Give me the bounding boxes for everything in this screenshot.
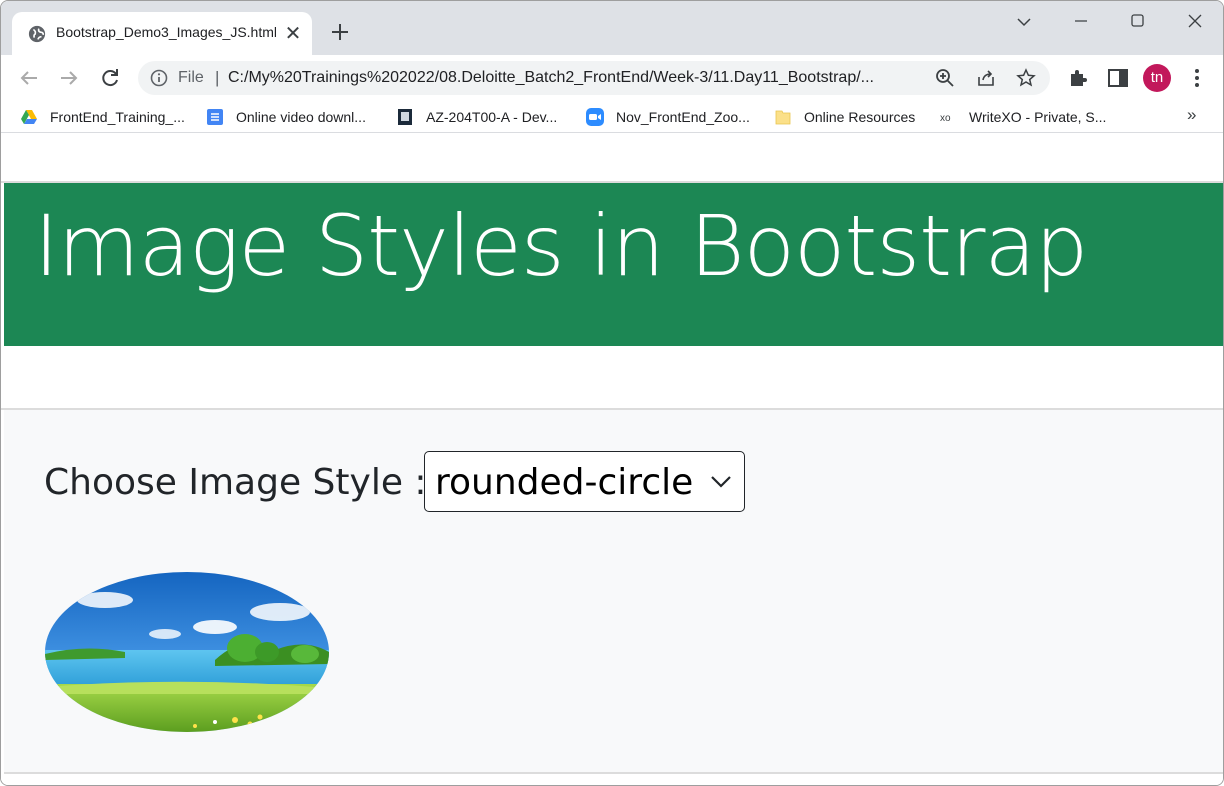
bookmark-item[interactable]: Online Resources <box>774 107 915 127</box>
globe-icon <box>28 25 46 43</box>
chevron-down-icon <box>711 476 731 488</box>
landscape-image <box>45 572 329 732</box>
maximize-icon[interactable] <box>1114 9 1160 39</box>
forward-arrow-icon[interactable] <box>54 63 84 93</box>
image-style-select[interactable]: rounded-circle <box>424 451 745 512</box>
minimize-icon[interactable] <box>1058 9 1104 39</box>
bookmark-label: Nov_FrontEnd_Zoo... <box>616 109 750 125</box>
bookmark-item[interactable]: AZ-204T00-A - Dev... <box>396 107 557 127</box>
browser-toolbar: File | C:/My%20Trainings%202022/08.Deloi… <box>1 55 1223 101</box>
page-title: Image Styles in Bootstrap <box>34 197 1088 295</box>
back-arrow-icon[interactable] <box>14 63 44 93</box>
tab-strip: Bootstrap_Demo3_Images_JS.html ✕ <box>1 1 1223 55</box>
tab-search-chevron-icon[interactable] <box>1001 9 1047 39</box>
zoom-icon <box>586 108 604 126</box>
bookmark-label: AZ-204T00-A - Dev... <box>426 109 558 125</box>
more-menu-icon[interactable] <box>1185 66 1209 90</box>
bookmark-item[interactable]: Online video downl... <box>206 107 366 127</box>
browser-tab[interactable]: Bootstrap_Demo3_Images_JS.html ✕ <box>12 12 312 55</box>
google-drive-icon <box>21 110 37 124</box>
zoom-magnifier-icon[interactable] <box>935 68 955 88</box>
bookmark-item[interactable]: Nov_FrontEnd_Zoo... <box>586 107 750 127</box>
bookmark-item[interactable]: xo WriteXO - Private, S... <box>939 107 1106 127</box>
address-separator: | <box>215 68 220 87</box>
new-tab-icon[interactable] <box>327 19 353 45</box>
extensions-puzzle-icon[interactable] <box>1066 66 1090 90</box>
svg-text:xo: xo <box>940 113 951 124</box>
info-icon[interactable] <box>150 69 168 87</box>
share-icon[interactable] <box>976 68 996 88</box>
folder-icon <box>775 110 791 125</box>
tab-close-icon[interactable]: ✕ <box>282 22 304 44</box>
browser-window: Bootstrap_Demo3_Images_JS.html ✕ File | … <box>0 0 1224 786</box>
bookmark-item[interactable]: FrontEnd_Training_... <box>20 107 185 127</box>
bookmarks-bar: FrontEnd_Training_... Online video downl… <box>1 101 1223 133</box>
image-style-panel: Choose Image Style : rounded-circle <box>4 410 1223 774</box>
bookmarks-overflow-button[interactable]: » <box>1187 105 1196 125</box>
bookmark-label: WriteXO - Private, S... <box>969 109 1107 125</box>
bookmark-label: Online Resources <box>804 109 916 125</box>
book-icon <box>398 109 412 125</box>
address-scheme-label: File <box>178 69 204 86</box>
bookmark-label: FrontEnd_Training_... <box>50 109 185 125</box>
close-window-icon[interactable] <box>1172 9 1218 39</box>
address-url[interactable]: C:/My%20Trainings%202022/08.Deloitte_Bat… <box>228 69 928 87</box>
bookmark-star-icon[interactable] <box>1016 68 1036 88</box>
tab-title: Bootstrap_Demo3_Images_JS.html <box>56 24 276 40</box>
bookmark-label: Online video downl... <box>236 109 366 125</box>
list-doc-icon <box>207 109 223 125</box>
page-content: Image Styles in Bootstrap Choose Image S… <box>1 141 1223 785</box>
choose-style-label: Choose Image Style : <box>44 462 427 503</box>
profile-avatar[interactable]: tn <box>1143 64 1171 92</box>
xo-icon: xo <box>940 113 951 124</box>
header-banner: Image Styles in Bootstrap <box>4 183 1223 346</box>
side-panel-icon[interactable] <box>1106 66 1130 90</box>
address-bar[interactable]: File | C:/My%20Trainings%202022/08.Deloi… <box>138 61 1050 95</box>
reload-icon[interactable] <box>95 63 125 93</box>
image-style-selected-value: rounded-circle <box>435 462 694 503</box>
